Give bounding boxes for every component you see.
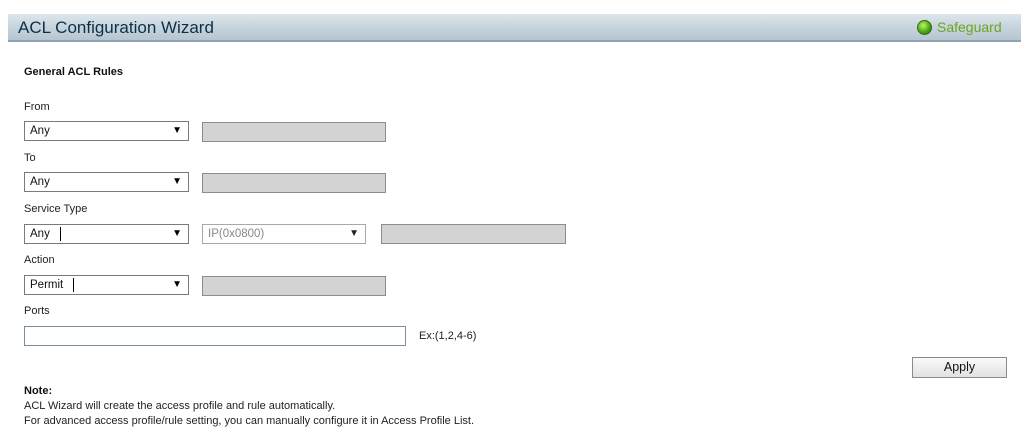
note-title: Note:	[24, 385, 53, 397]
text-caret	[73, 278, 74, 292]
service-type-select[interactable]: Any ▼	[24, 224, 189, 244]
from-label: From	[24, 101, 50, 113]
chevron-down-icon: ▼	[172, 176, 182, 187]
page-header: ACL Configuration Wizard Safeguard	[8, 14, 1021, 42]
to-label: To	[24, 152, 36, 164]
from-select[interactable]: Any ▼	[24, 121, 189, 141]
from-value-field	[202, 122, 386, 142]
chevron-down-icon: ▼	[349, 228, 359, 239]
action-select-value: Permit	[30, 279, 64, 291]
ether-type-select[interactable]: IP(0x0800) ▼	[202, 224, 366, 244]
safeguard-label: Safeguard	[937, 19, 1002, 35]
chevron-down-icon: ▼	[172, 228, 182, 239]
service-type-label: Service Type	[24, 203, 88, 215]
note-line: ACL Wizard will create the access profil…	[24, 400, 336, 412]
chevron-down-icon: ▼	[172, 125, 182, 136]
to-select[interactable]: Any ▼	[24, 172, 189, 192]
ether-type-select-value: IP(0x0800)	[208, 228, 265, 240]
safeguard-indicator[interactable]: Safeguard	[917, 19, 1021, 36]
from-select-value: Any	[30, 125, 50, 137]
ports-label: Ports	[24, 305, 50, 317]
action-select[interactable]: Permit ▼	[24, 275, 189, 295]
section-title: General ACL Rules	[24, 66, 124, 78]
status-dot-icon	[917, 20, 932, 35]
ports-input[interactable]	[24, 326, 406, 346]
service-type-value-field	[381, 224, 566, 244]
text-caret	[60, 227, 61, 241]
page-title: ACL Configuration Wizard	[18, 18, 214, 37]
ports-example: Ex:(1,2,4-6)	[419, 330, 477, 342]
service-type-select-value: Any	[30, 228, 50, 240]
action-value-field	[202, 276, 386, 296]
chevron-down-icon: ▼	[172, 279, 182, 290]
note-line: For advanced access profile/rule setting…	[24, 415, 475, 427]
action-label: Action	[24, 254, 55, 266]
to-value-field	[202, 173, 386, 193]
apply-button[interactable]: Apply	[912, 357, 1007, 378]
to-select-value: Any	[30, 176, 50, 188]
